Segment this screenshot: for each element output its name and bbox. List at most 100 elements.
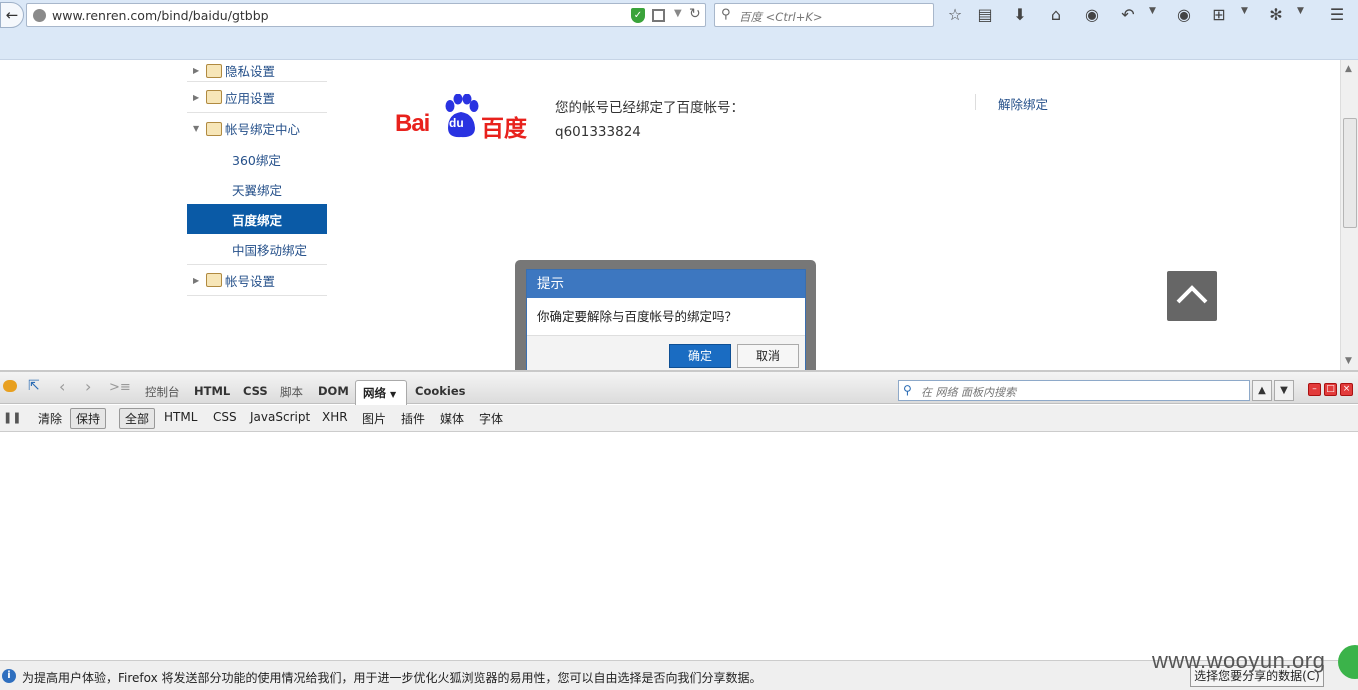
network-filter-bar: ❚❚ 清除 保持 全部 HTML CSS JavaScript XHR 图片 插… [0, 405, 1358, 432]
search-icon: ⚲ [721, 7, 731, 22]
filter-xhr[interactable]: XHR [322, 410, 348, 424]
notification-text: 为提高用户体验，Firefox 将发送部分功能的使用情况给我们，用于进一步优化火… [22, 671, 762, 685]
tab-dom[interactable]: DOM [318, 384, 349, 398]
url-text[interactable]: www.renren.com/bind/baidu/gtbbp [52, 8, 269, 23]
filter-media[interactable]: 媒体 [440, 410, 464, 427]
sidebar-subitem-tianyi[interactable]: 天翼绑定 [187, 174, 327, 204]
filter-html[interactable]: HTML [164, 410, 197, 424]
next-icon[interactable]: › [85, 377, 91, 396]
close-icon[interactable]: × [1340, 383, 1353, 396]
pause-icon[interactable]: ❚❚ [3, 411, 21, 425]
firebug-icon[interactable]: ✻ [1265, 4, 1287, 26]
logo-text-cn: 百度 [481, 116, 527, 142]
dialog-button-bar: 确定 取消 [527, 336, 805, 370]
menu-icon[interactable]: ☰ [1326, 4, 1348, 26]
detach-icon[interactable]: □ [1324, 383, 1337, 396]
bound-account: q601333824 [555, 124, 641, 140]
minimize-icon[interactable]: – [1308, 383, 1321, 396]
tab-console[interactable]: 控制台 [145, 384, 180, 400]
filter-javascript[interactable]: JavaScript [250, 410, 310, 424]
network-panel-content [0, 432, 1358, 660]
home-icon[interactable]: ⌂ [1045, 4, 1067, 26]
search-next-button[interactable]: ▼ [1274, 380, 1294, 401]
dialog-title: 提示 [527, 270, 805, 298]
sidebar-item-apps[interactable]: ▶ 应用设置 [187, 82, 327, 113]
persist-button[interactable]: 保持 [70, 408, 107, 429]
firebug-logo-icon[interactable] [3, 380, 17, 392]
account-binding-icon [206, 121, 222, 136]
crop-dropdown-icon[interactable]: ▼ [1241, 6, 1248, 16]
sidebar-item-label: 应用设置 [225, 90, 276, 106]
expand-arrow-icon: ▶ [193, 275, 200, 285]
settings-sidebar: ▶ 隐私设置 ▶ 应用设置 ▼ 帐号绑定中心 360绑定 天翼绑定 百度绑定 中… [187, 60, 327, 296]
clipboard-icon[interactable]: ▤ [974, 4, 996, 26]
tab-css[interactable]: CSS [243, 384, 268, 398]
divider [975, 94, 976, 110]
url-bar[interactable]: www.renren.com/bind/baidu/gtbbp ✓ ▼ ↻ [26, 3, 706, 27]
sidebar-item-label: 帐号设置 [225, 273, 276, 289]
sidebar-subitem-baidu[interactable]: 百度绑定 [187, 204, 327, 234]
bookmark-star-icon[interactable]: ☆ [944, 4, 966, 26]
scroll-up-icon[interactable]: ▲ [1345, 64, 1352, 74]
firebug-dropdown-icon[interactable]: ▼ [1297, 6, 1304, 16]
app-settings-icon [206, 90, 222, 104]
tab-cookies[interactable]: Cookies [415, 384, 465, 398]
chevron-up-icon [1176, 285, 1208, 304]
chat-icon[interactable]: ◉ [1081, 4, 1103, 26]
page-scrollbar[interactable]: ▲ ▼ [1340, 60, 1358, 370]
filter-all[interactable]: 全部 [119, 408, 156, 429]
undo-dropdown-icon[interactable]: ▼ [1149, 6, 1156, 16]
filter-plugins[interactable]: 插件 [401, 410, 425, 427]
qr-code-icon[interactable] [652, 9, 665, 22]
message-icon[interactable]: ◉ [1173, 4, 1195, 26]
sidebar-item-privacy[interactable]: ▶ 隐私设置 [187, 60, 327, 82]
url-dropdown-icon[interactable]: ▼ [674, 8, 682, 19]
back-to-top-button[interactable] [1167, 271, 1217, 321]
dialog-overlay-frame: 提示 你确定要解除与百度帐号的绑定吗？ 确定 取消 [515, 260, 816, 370]
expand-arrow-icon: ▶ [193, 66, 200, 75]
confirm-dialog: 提示 你确定要解除与百度帐号的绑定吗？ 确定 取消 [526, 269, 806, 370]
firebug-toolbar: ⇱ ‹ › >≡ 控制台 HTML CSS 脚本 DOM 网络 ▼ Cookie… [0, 370, 1358, 406]
browser-toolbar: ← www.renren.com/bind/baidu/gtbbp ✓ ▼ ↻ … [0, 0, 1358, 60]
firebug-search-placeholder: 在 网络 面板内搜索 [921, 386, 1016, 399]
bind-info: 您的帐号已经绑定了百度帐号： q601333824 [555, 96, 744, 144]
firebug-search-input[interactable]: ⚲ 在 网络 面板内搜索 [898, 380, 1250, 401]
scroll-thumb[interactable] [1343, 118, 1357, 228]
sidebar-subitem-360[interactable]: 360绑定 [187, 144, 327, 174]
crop-icon[interactable]: ⊞ [1208, 4, 1230, 26]
search-input[interactable]: ⚲ 百度 <Ctrl+K> [714, 3, 934, 27]
search-prev-button[interactable]: ▲ [1252, 380, 1272, 401]
reload-icon[interactable]: ↻ [689, 6, 701, 22]
undo-icon[interactable]: ↶ [1117, 4, 1139, 26]
account-settings-icon [206, 273, 222, 287]
info-icon: i [2, 669, 16, 683]
sidebar-item-label: 隐私设置 [225, 64, 276, 79]
prev-icon[interactable]: ‹ [59, 377, 65, 396]
shield-icon[interactable]: ✓ [631, 8, 645, 23]
tab-script[interactable]: 脚本 [280, 384, 303, 400]
command-line-icon[interactable]: >≡ [109, 380, 131, 395]
filter-fonts[interactable]: 字体 [479, 410, 503, 427]
cancel-button[interactable]: 取消 [737, 344, 799, 368]
chevron-down-icon: ▼ [390, 390, 397, 399]
filter-css[interactable]: CSS [213, 410, 237, 424]
sidebar-item-account[interactable]: ▶ 帐号设置 [187, 265, 327, 296]
expand-arrow-icon: ▶ [193, 92, 200, 102]
tab-network[interactable]: 网络 ▼ [355, 380, 407, 406]
sidebar-item-label: 帐号绑定中心 [225, 122, 301, 137]
confirm-button[interactable]: 确定 [669, 344, 731, 368]
search-icon: ⚲ [903, 383, 912, 397]
filter-images[interactable]: 图片 [362, 410, 386, 427]
lock-icon [206, 63, 222, 78]
sidebar-subitem-china-mobile[interactable]: 中国移动绑定 [187, 234, 327, 265]
download-icon[interactable]: ⬇ [1009, 4, 1031, 26]
logo-text-bai: Bai [395, 110, 430, 137]
unbind-link[interactable]: 解除绑定 [998, 94, 1048, 113]
watermark: www.wooyun.org [1152, 648, 1326, 673]
inspect-icon[interactable]: ⇱ [28, 378, 46, 396]
tab-html[interactable]: HTML [194, 384, 230, 398]
clear-button[interactable]: 清除 [38, 410, 62, 427]
scroll-down-icon[interactable]: ▼ [1345, 356, 1352, 366]
sidebar-item-binding-center[interactable]: ▼ 帐号绑定中心 [187, 113, 327, 144]
back-arrow-icon[interactable]: ← [0, 2, 24, 28]
